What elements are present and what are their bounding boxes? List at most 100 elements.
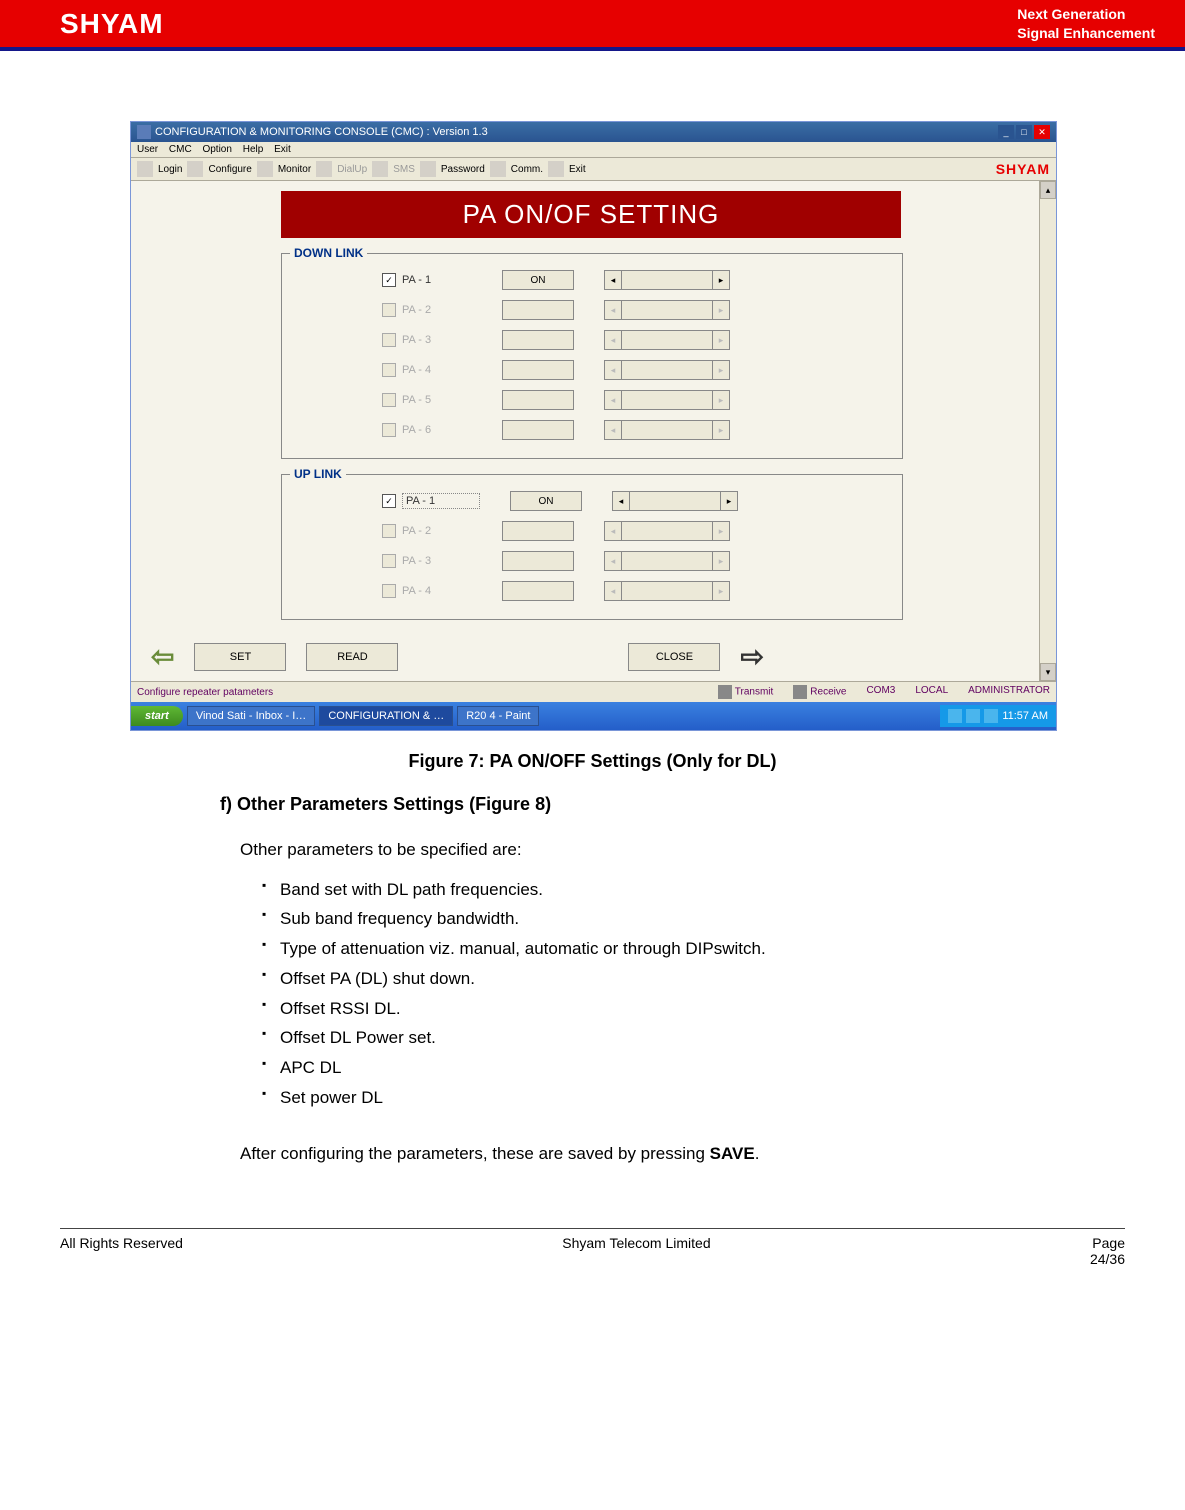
footer-left: All Rights Reserved [60, 1235, 183, 1267]
slider-track[interactable] [630, 491, 720, 511]
slider-track [622, 521, 712, 541]
monitor-button[interactable]: Monitor [278, 164, 311, 175]
sms-icon [372, 161, 388, 177]
exit-button[interactable]: Exit [569, 164, 586, 175]
prev-arrow-icon[interactable]: ⇦ [151, 640, 174, 673]
slider-right-icon: ▸ [712, 390, 730, 410]
pa-slider: ◂ ▸ [604, 330, 730, 350]
pa-label: PA - 3 [402, 334, 472, 346]
downlink-legend: DOWN LINK [290, 246, 367, 260]
statusbar: Configure repeater patameters Transmit R… [131, 681, 1056, 702]
configure-button[interactable]: Configure [208, 164, 251, 175]
body-text: Other parameters to be specified are: [240, 837, 1055, 863]
slider-track [622, 360, 712, 380]
next-arrow-icon[interactable]: ⇨ [740, 640, 763, 673]
comm-button[interactable]: Comm. [511, 164, 543, 175]
set-button[interactable]: SET [194, 643, 286, 671]
slider-left-icon[interactable]: ◂ [612, 491, 630, 511]
menu-option[interactable]: Option [202, 144, 231, 155]
panel-title: PA ON/OF SETTING [281, 191, 901, 238]
pa-row: PA - 3 ◂ ▸ [382, 549, 882, 573]
menu-user[interactable]: User [137, 144, 158, 155]
titlebar: CONFIGURATION & MONITORING CONSOLE (CMC)… [131, 122, 1056, 142]
pa-status [502, 551, 574, 571]
section-heading: f) Other Parameters Settings (Figure 8) [220, 794, 1055, 815]
app-icon [137, 125, 151, 139]
menu-cmc[interactable]: CMC [169, 144, 192, 155]
read-button[interactable]: READ [306, 643, 398, 671]
scroll-up-icon[interactable]: ▴ [1040, 181, 1056, 199]
pa-checkbox[interactable]: ✓ [382, 273, 396, 287]
slider-track [622, 420, 712, 440]
clock: 11:57 AM [1002, 710, 1048, 722]
pa-checkbox [382, 524, 396, 538]
tray-icon[interactable] [966, 709, 980, 723]
toolbar: Login Configure Monitor DialUp SMS Passw… [131, 158, 1056, 181]
pa-row: PA - 3 ◂ ▸ [382, 328, 882, 352]
close-icon[interactable]: ✕ [1034, 125, 1050, 139]
scroll-down-icon[interactable]: ▾ [1040, 663, 1056, 681]
system-tray[interactable]: 11:57 AM [940, 705, 1056, 727]
pa-slider: ◂ ▸ [604, 390, 730, 410]
button-row: ⇦ SET READ CLOSE ⇨ [151, 640, 1019, 673]
slider-right-icon[interactable]: ▸ [720, 491, 738, 511]
task-item[interactable]: Vinod Sati - Inbox - I… [187, 706, 315, 726]
pa-row: PA - 4 ◂ ▸ [382, 358, 882, 382]
pa-status [502, 360, 574, 380]
slider-right-icon: ▸ [712, 300, 730, 320]
list-item: Type of attenuation viz. manual, automat… [280, 934, 1055, 964]
pa-checkbox [382, 423, 396, 437]
start-button[interactable]: start [131, 706, 183, 726]
list-item: Set power DL [280, 1083, 1055, 1113]
slider-left-icon: ◂ [604, 581, 622, 601]
dialup-icon [316, 161, 332, 177]
page-header: SHYAM Next GenerationSignal Enhancement [0, 0, 1185, 47]
dialup-button: DialUp [337, 164, 367, 175]
configure-icon[interactable] [187, 161, 203, 177]
pa-slider[interactable]: ◂ ▸ [604, 270, 730, 290]
bullet-list: Band set with DL path frequencies.Sub ba… [130, 875, 1055, 1113]
tray-icon[interactable] [984, 709, 998, 723]
minimize-icon[interactable]: _ [998, 125, 1014, 139]
close-button[interactable]: CLOSE [628, 643, 720, 671]
pa-row: PA - 2 ◂ ▸ [382, 519, 882, 543]
uplink-legend: UP LINK [290, 467, 346, 481]
pa-slider: ◂ ▸ [604, 521, 730, 541]
slider-track[interactable] [622, 270, 712, 290]
slider-track [622, 300, 712, 320]
slider-track [622, 390, 712, 410]
menu-exit[interactable]: Exit [274, 144, 291, 155]
pa-status [502, 521, 574, 541]
slider-left-icon[interactable]: ◂ [604, 270, 622, 290]
monitor-icon[interactable] [257, 161, 273, 177]
pa-checkbox [382, 393, 396, 407]
list-item: APC DL [280, 1053, 1055, 1083]
pa-checkbox [382, 554, 396, 568]
scrollbar[interactable]: ▴ ▾ [1039, 181, 1056, 681]
task-item[interactable]: R20 4 - Paint [457, 706, 539, 726]
pa-slider: ◂ ▸ [604, 300, 730, 320]
pa-checkbox [382, 584, 396, 598]
slider-right-icon[interactable]: ▸ [712, 270, 730, 290]
comm-icon[interactable] [490, 161, 506, 177]
pa-checkbox[interactable]: ✓ [382, 494, 396, 508]
tray-icon[interactable] [948, 709, 962, 723]
pa-status [502, 420, 574, 440]
logo: SHYAM [60, 8, 164, 40]
task-item[interactable]: CONFIGURATION & … [319, 706, 453, 726]
password-icon[interactable] [420, 161, 436, 177]
toolbar-icon[interactable] [137, 161, 153, 177]
list-item: Band set with DL path frequencies. [280, 875, 1055, 905]
pa-slider[interactable]: ◂ ▸ [612, 491, 738, 511]
login-button[interactable]: Login [158, 164, 182, 175]
pa-row: PA - 2 ◂ ▸ [382, 298, 882, 322]
menu-help[interactable]: Help [243, 144, 264, 155]
content-area: PA ON/OF SETTING DOWN LINK ✓ PA - 1 ON ◂… [131, 181, 1056, 681]
exit-icon[interactable] [548, 161, 564, 177]
slider-right-icon: ▸ [712, 330, 730, 350]
password-button[interactable]: Password [441, 164, 485, 175]
list-item: Sub band frequency bandwidth. [280, 904, 1055, 934]
pa-label: PA - 3 [402, 555, 472, 567]
maximize-icon[interactable]: □ [1016, 125, 1032, 139]
page-body: CONFIGURATION & MONITORING CONSOLE (CMC)… [0, 51, 1185, 1198]
